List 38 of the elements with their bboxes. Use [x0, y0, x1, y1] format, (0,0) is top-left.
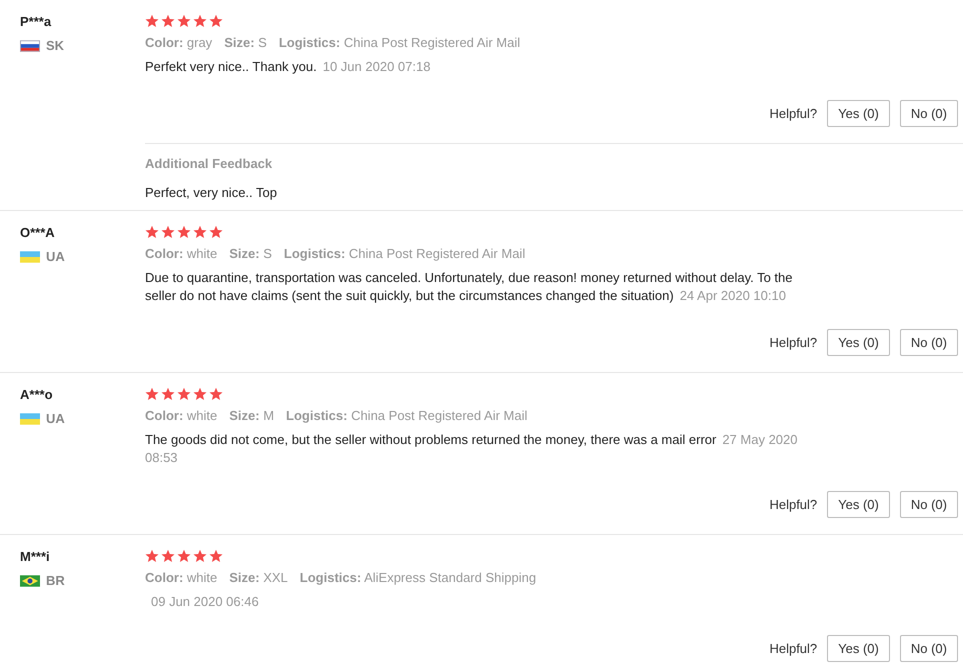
product-attribute: Logistics: AliExpress Standard Shipping [300, 570, 536, 585]
no-button[interactable]: No (0) [900, 491, 958, 518]
country-code: UA [46, 249, 65, 264]
yes-button[interactable]: Yes (0) [827, 100, 890, 127]
product-attribute: Color: white [145, 246, 218, 261]
product-attribute: Color: gray [145, 35, 212, 50]
product-attribute: Size: M [229, 408, 274, 423]
helpful-label: Helpful? [769, 641, 818, 656]
helpful-label: Helpful? [769, 106, 818, 121]
product-attribute: Size: XXL [229, 570, 288, 585]
yes-button[interactable]: Yes (0) [827, 491, 890, 518]
country-code: SK [46, 38, 64, 53]
helpful-label: Helpful? [769, 335, 818, 350]
reviewer-name: O***A [20, 225, 55, 240]
product-attribute: Color: white [145, 570, 218, 585]
product-attribute: Color: white [145, 408, 218, 423]
additional-feedback-text: Perfect, very nice.. Top [145, 185, 277, 200]
product-attribute: Size: S [224, 35, 267, 50]
reviewer-name: M***i [20, 549, 50, 564]
review-text: Perfekt very nice.. Thank you. 10 Jun 2020 07:18 [145, 58, 432, 76]
no-button[interactable]: No (0) [900, 635, 958, 662]
country-code: UA [46, 411, 65, 426]
product-attribute: Logistics: China Post Registered Air Mail [278, 35, 520, 50]
country-code: BR [46, 573, 65, 588]
review-text: Due to quarantine, transportation was canceled. Unfortunately, due reason! money returned without delay. To the seller do not have claims (sent the suit quickly, but the circumstances changed the situation) 24 Apr 2020 10:10 [145, 269, 794, 305]
product-attribute: Size: S [229, 246, 272, 261]
yes-button[interactable]: Yes (0) [827, 329, 890, 356]
no-button[interactable]: No (0) [900, 329, 958, 356]
review-text: The goods did not come, but the seller without problems returned the money, there was a mail error 27 May 2020 08:53 [145, 431, 798, 467]
yes-button[interactable]: Yes (0) [827, 635, 890, 662]
helpful-label: Helpful? [769, 497, 818, 512]
reviewer-name: A***o [20, 387, 53, 402]
product-attribute: Logistics: China Post Registered Air Mail [286, 408, 528, 423]
product-attribute: Logistics: China Post Registered Air Mail [284, 246, 526, 261]
additional-feedback-title: Additional Feedback [145, 156, 272, 171]
no-button[interactable]: No (0) [900, 100, 958, 127]
reviewer-name: P***a [20, 14, 52, 29]
review-text: 09 Jun 2020 06:46 [150, 593, 260, 611]
